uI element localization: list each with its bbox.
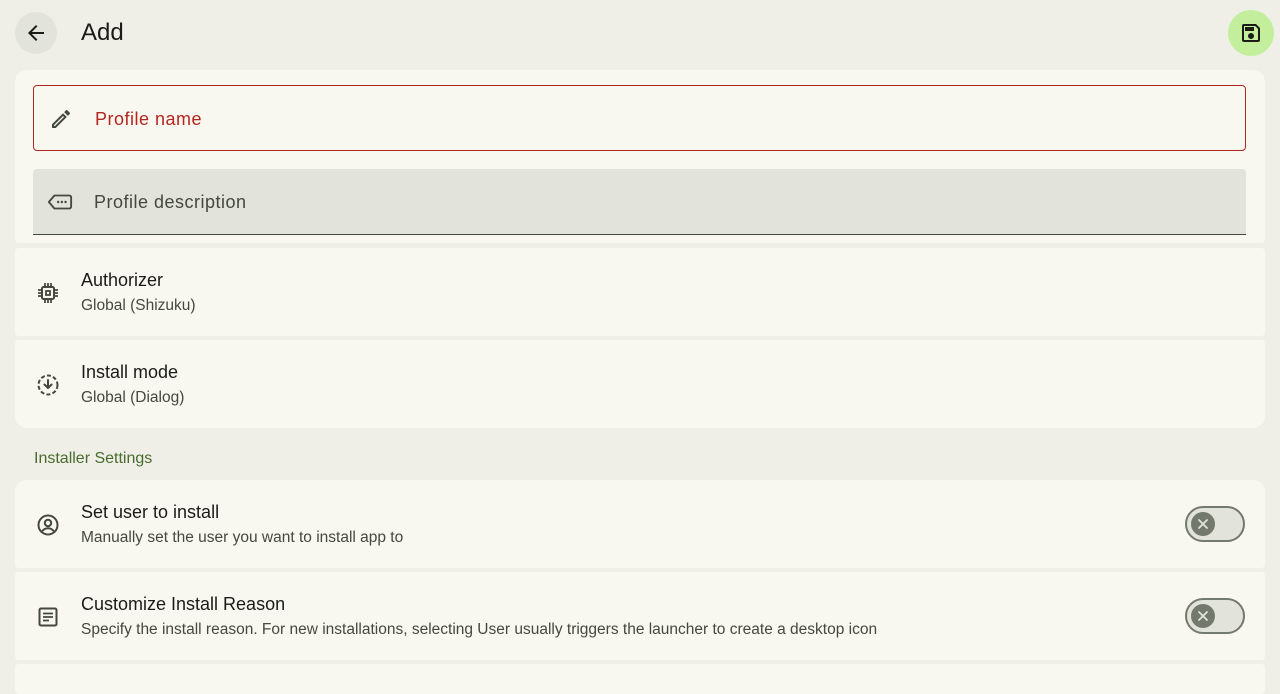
floppy-disk-icon xyxy=(1242,24,1260,42)
page-title: Add xyxy=(81,19,124,46)
top-app-bar: Add xyxy=(0,0,1280,66)
profile-description-field[interactable]: Profile description xyxy=(33,169,1246,235)
account-circle-icon xyxy=(35,512,61,538)
close-icon xyxy=(1191,604,1215,628)
next-setting-item[interactable] xyxy=(15,664,1265,694)
profile-form-card: Profile name Profile description xyxy=(15,70,1265,243)
install-reason-setting[interactable]: Customize Install Reason Specify the ins… xyxy=(15,572,1265,660)
install-mode-value: Global (Dialog) xyxy=(81,389,185,406)
chip-icon xyxy=(35,280,61,306)
install-mode-setting[interactable]: Install mode Global (Dialog) xyxy=(15,340,1265,428)
install-reason-description: Specify the install reason. For new inst… xyxy=(81,621,878,638)
save-button[interactable] xyxy=(1228,10,1274,56)
pencil-icon xyxy=(48,106,74,132)
notes-icon xyxy=(35,604,61,630)
authorizer-setting[interactable]: Authorizer Global (Shizuku) xyxy=(15,248,1265,336)
set-user-title: Set user to install xyxy=(81,502,220,522)
installer-settings-header: Installer Settings xyxy=(34,450,153,467)
label-tag-icon xyxy=(47,189,73,215)
set-user-setting[interactable]: Set user to install Manually set the use… xyxy=(15,480,1265,568)
set-user-description: Manually set the user you want to instal… xyxy=(81,529,404,546)
authorizer-value: Global (Shizuku) xyxy=(81,297,196,314)
install-mode-title: Install mode xyxy=(81,362,179,382)
arrow-left-icon xyxy=(28,25,44,41)
profile-name-placeholder: Profile name xyxy=(95,109,203,129)
set-user-toggle[interactable] xyxy=(1185,506,1245,542)
profile-name-field[interactable]: Profile name xyxy=(33,85,1246,151)
download-circle-icon xyxy=(35,372,61,398)
close-icon xyxy=(1191,512,1215,536)
install-reason-title: Customize Install Reason xyxy=(81,594,286,614)
profile-description-placeholder: Profile description xyxy=(94,192,247,212)
install-reason-toggle[interactable] xyxy=(1185,598,1245,634)
back-button[interactable] xyxy=(15,12,57,54)
authorizer-title: Authorizer xyxy=(81,270,164,290)
